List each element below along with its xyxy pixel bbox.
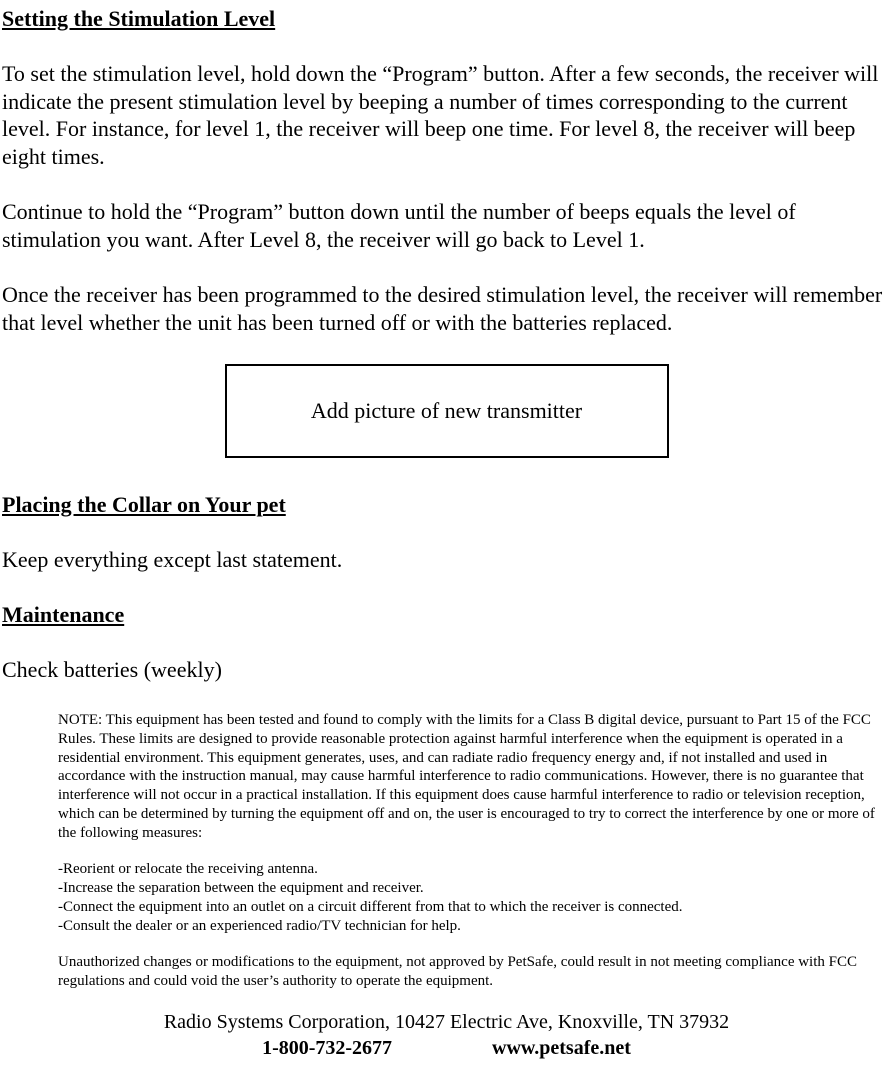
heading-maintenance: Maintenance (2, 602, 891, 628)
heading-stimulation: Setting the Stimulation Level (2, 6, 891, 32)
footer-address: Radio Systems Corporation, 10427 Electri… (2, 1009, 891, 1035)
paragraph-stim-1: To set the stimulation level, hold down … (2, 60, 891, 170)
fcc-measure-1: -Reorient or relocate the receiving ante… (2, 860, 891, 879)
fcc-measure-4: -Consult the dealer or an experienced ra… (2, 917, 891, 936)
fcc-note: NOTE: This equipment has been tested and… (2, 711, 891, 842)
image-placeholder-text: Add picture of new transmitter (311, 398, 582, 424)
image-placeholder-box: Add picture of new transmitter (225, 364, 669, 458)
paragraph-collar-1: Keep everything except last statement. (2, 546, 891, 574)
footer-contact: 1-800-732-2677 www.petsafe.net (2, 1035, 891, 1061)
heading-collar: Placing the Collar on Your pet (2, 492, 891, 518)
image-placeholder-wrap: Add picture of new transmitter (2, 364, 891, 458)
paragraph-stim-2: Continue to hold the “Program” button do… (2, 198, 891, 253)
fcc-warning: Unauthorized changes or modifications to… (2, 953, 891, 991)
footer-phone: 1-800-732-2677 (262, 1037, 392, 1059)
footer-url: www.petsafe.net (492, 1037, 631, 1059)
fcc-measure-3: -Connect the equipment into an outlet on… (2, 898, 891, 917)
paragraph-stim-3: Once the receiver has been programmed to… (2, 281, 891, 336)
paragraph-maint-1: Check batteries (weekly) (2, 656, 891, 684)
document-page: Setting the Stimulation Level To set the… (0, 0, 893, 1090)
fcc-measure-2: -Increase the separation between the equ… (2, 879, 891, 898)
